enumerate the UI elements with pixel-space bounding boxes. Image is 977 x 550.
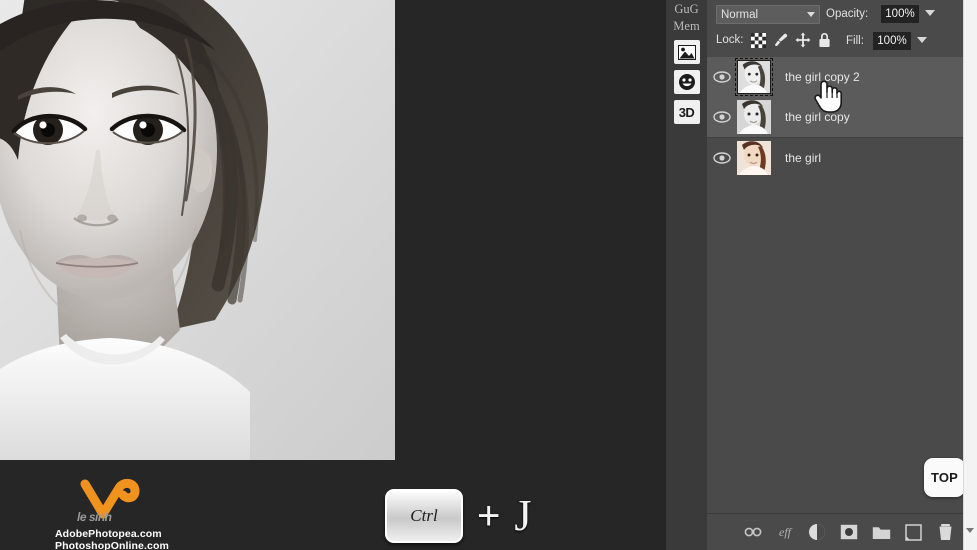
top-button-label: TOP — [930, 470, 959, 485]
channel-watermark: le sinh AdobePhotopea.com PhotoshopOnlin… — [55, 478, 185, 550]
ctrl-keycap: Ctrl — [385, 489, 463, 543]
table-row[interactable]: the girl copy 2 — [707, 57, 963, 97]
3d-icon-label: 3D — [678, 104, 695, 120]
opacity-value[interactable]: 100% — [881, 5, 919, 23]
rail-label-mem: Mem — [673, 19, 700, 33]
layer-visibility-icon[interactable] — [707, 152, 737, 164]
table-row[interactable]: the girl copy — [707, 97, 963, 137]
blend-mode-value: Normal — [721, 8, 759, 21]
vertical-scrollbar[interactable] — [963, 0, 977, 550]
layer-options-bar: Normal Opacity: 100% Lock: Fill: 100% — [707, 0, 963, 57]
plus-sign: + — [477, 494, 501, 538]
image-icon[interactable] — [673, 40, 700, 64]
new-layer-icon[interactable] — [903, 522, 923, 542]
fx-label: eff — [779, 524, 791, 539]
lock-label: Lock: — [716, 34, 744, 46]
link-layers-icon[interactable] — [743, 522, 763, 542]
add-mask-icon[interactable] — [839, 522, 859, 542]
lock-controls: Lock: — [716, 32, 833, 48]
adjustment-layer-icon[interactable] — [807, 522, 827, 542]
fill-value[interactable]: 100% — [873, 32, 911, 50]
j-key-label: J — [514, 491, 532, 540]
3d-icon[interactable]: 3D — [673, 100, 700, 124]
move-lock-icon[interactable] — [795, 32, 811, 48]
layer-name[interactable]: the girl copy 2 — [785, 70, 860, 84]
layer-name[interactable]: the girl — [785, 151, 821, 165]
fill-label: Fill: — [846, 35, 864, 47]
fill-chevron-down-icon[interactable] — [917, 37, 927, 43]
delete-layer-icon[interactable] — [935, 522, 955, 542]
layer-visibility-icon[interactable] — [707, 111, 737, 123]
opacity-label: Opacity: — [826, 8, 869, 20]
canvas-workspace[interactable]: le sinh AdobePhotopea.com PhotoshopOnlin… — [0, 0, 666, 550]
watermark-line-2: PhotoshopOnline.com — [55, 540, 169, 550]
layer-name[interactable]: the girl copy — [785, 110, 850, 124]
layer-visibility-icon[interactable] — [707, 71, 737, 83]
transparency-lock-icon[interactable] — [751, 32, 767, 48]
chevron-down-icon — [807, 12, 815, 17]
new-group-icon[interactable] — [871, 522, 891, 542]
rail-label-gug: GuG — [674, 2, 699, 16]
scroll-to-top-button[interactable]: TOP — [924, 458, 965, 497]
layer-list-empty-area[interactable] — [707, 243, 963, 550]
portrait-photo-bw — [0, 0, 395, 460]
opacity-chevron-down-icon[interactable] — [925, 10, 935, 16]
layer-thumbnail[interactable] — [735, 58, 773, 96]
logo-wordmark: le sinh — [77, 510, 112, 524]
lock-all-icon[interactable] — [817, 32, 833, 48]
brush-lock-icon[interactable] — [773, 32, 789, 48]
photopea-window: le sinh AdobePhotopea.com PhotoshopOnlin… — [0, 0, 977, 550]
panel-icon-rail[interactable]: GuG Mem 3D — [666, 0, 708, 550]
table-row[interactable]: the girl — [707, 138, 963, 178]
document-canvas[interactable] — [0, 0, 395, 460]
layer-thumbnail[interactable] — [737, 100, 771, 134]
keyboard-shortcut-overlay: Ctrl + J — [385, 487, 531, 545]
ctrl-key-label: Ctrl — [410, 506, 438, 525]
layer-style-fx-icon[interactable]: eff — [775, 522, 795, 542]
layer-list[interactable]: the girl copy 2 the girl copy the girl — [707, 57, 963, 550]
blend-mode-dropdown[interactable]: Normal — [716, 5, 820, 24]
layer-thumbnail[interactable] — [737, 141, 771, 175]
watermark-line-1: AdobePhotopea.com — [55, 528, 162, 540]
layers-panel-toolbar: eff — [707, 513, 963, 550]
scrollbar-down-arrow-icon[interactable] — [966, 528, 974, 533]
smiley-icon[interactable] — [673, 70, 700, 94]
